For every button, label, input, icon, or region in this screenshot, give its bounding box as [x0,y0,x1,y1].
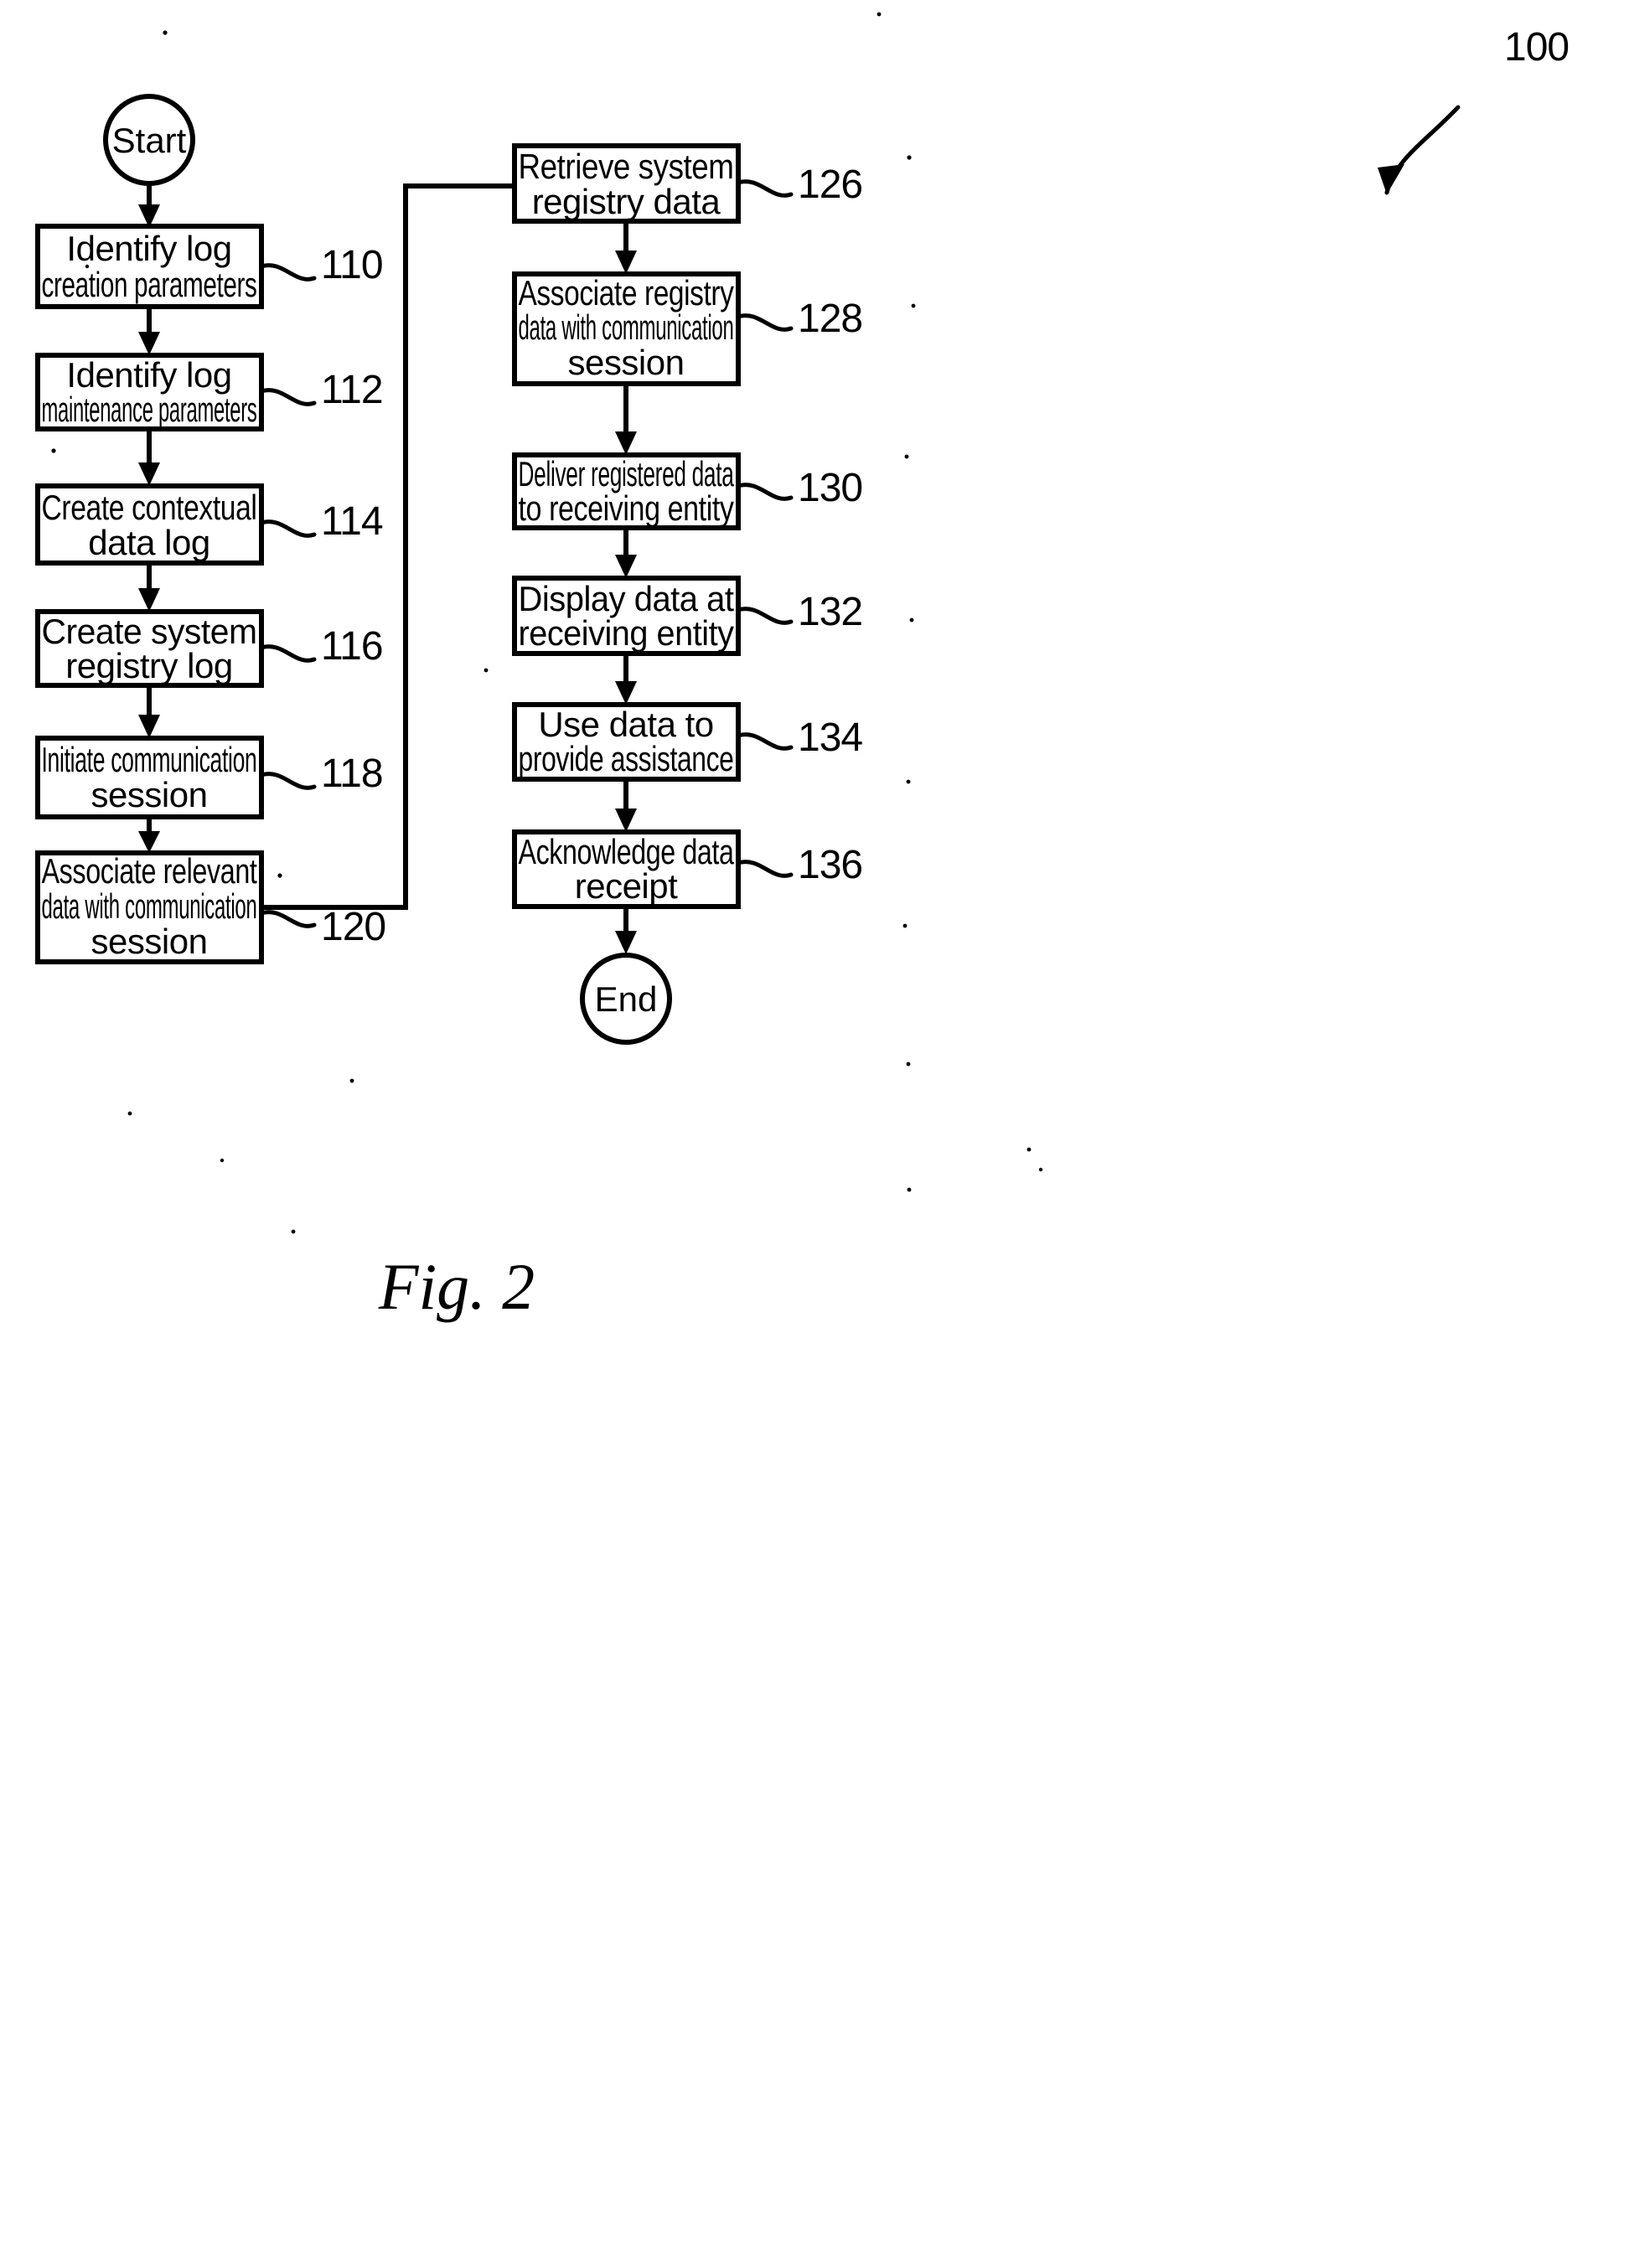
box-112-line-1: Identify log [66,355,231,395]
arrowhead [615,931,637,954]
arrowhead [138,831,160,853]
end-label: End [595,979,658,1019]
box-130-line-2: to receiving entity [519,488,734,528]
arrowhead [615,555,637,578]
box-110-line-2: creation parameters [42,265,257,304]
process-box-114: Create contextual data log 114 [35,483,384,566]
box-134-line-2: provide assistance [519,739,734,778]
box-136-line-2: receipt [575,866,678,906]
arrowhead [138,588,160,612]
ref-label-112: 112 [321,368,383,412]
leader-line-114 [259,519,317,538]
box-120-line-1: Associate relevant [42,851,258,891]
connector-132-to-134 [615,654,637,705]
ref-label-110: 110 [321,243,383,287]
box-130-line-1: Deliver registered data [519,454,735,493]
box-110-line-1: Identify log [66,229,231,268]
ref-label-116: 116 [321,624,383,669]
leader-arrowhead-100 [1378,164,1404,194]
leader-line-130 [736,483,794,501]
ref-label-128: 128 [798,297,862,341]
process-box-110: Identify log creation parameters 110 [35,224,384,309]
box-136-line-1: Acknowledge data [519,832,735,871]
arrowhead [138,462,160,486]
connector-126-to-128 [615,221,637,274]
arrowhead [138,332,160,355]
flowchart-diagram: 100 Start Identify log creation paramete… [35,12,1570,1323]
overall-ref-callout: 100 [1378,25,1570,195]
connector-136-to-end [615,907,637,954]
figure-caption: Fig. 2 [378,1250,535,1323]
leader-line-110 [259,263,317,282]
process-box-134: Use data to provide assistance 134 [512,702,863,782]
arrowhead [138,715,160,738]
box-132-line-1: Display data at [519,579,735,618]
leader-line-100 [1384,105,1461,195]
ref-label-114: 114 [321,499,383,544]
terminator-start: Start [103,94,195,186]
ref-label-132: 132 [798,590,862,634]
connector-116-to-118 [138,685,160,738]
process-box-112: Identify log maintenance parameters 112 [35,353,384,431]
leader-line-134 [736,732,794,751]
box-120-line-2: data with communication [42,886,257,926]
terminator-end: End [580,953,672,1045]
arrowhead [615,809,637,832]
process-box-128: Associate registry data with communicati… [512,271,863,386]
box-114-line-2: data log [88,523,209,562]
box-128-line-1: Associate registry [519,273,734,313]
box-132-line-2: receiving entity [519,613,734,653]
ref-label-120: 120 [321,905,385,949]
box-114-line-1: Create contextual [42,488,257,527]
connector-110-to-112 [138,307,160,355]
patent-figure: 100 Start Identify log creation paramete… [0,0,1629,2268]
routing-polyline [261,183,513,910]
box-118-line-2: session [91,775,208,814]
process-box-118: Initiate communication session 118 [35,736,384,819]
leader-line-120 [259,910,317,928]
box-126-line-2: registry data [532,182,721,221]
leader-line-112 [259,388,317,406]
arrowhead [615,681,637,705]
leader-line-132 [736,607,794,625]
box-128-line-2: data with communication [519,307,734,347]
leader-line-136 [736,860,794,878]
box-116-line-2: registry log [65,646,232,685]
ref-label-100: 100 [1504,25,1569,70]
ref-label-130: 130 [798,466,862,510]
box-116-line-1: Create system [42,612,257,651]
process-box-116: Create system registry log 116 [35,609,384,688]
connector-112-to-114 [138,429,160,486]
connector-130-to-132 [615,528,637,578]
leader-line-128 [736,313,794,332]
connector-128-to-130 [615,384,637,455]
connector-120-to-126 [261,183,513,910]
ref-label-118: 118 [321,752,383,796]
connector-134-to-136 [615,779,637,832]
box-126-line-1: Retrieve system [519,147,734,186]
process-box-136: Acknowledge data receipt 136 [512,829,863,909]
connector-start-to-110 [138,183,160,228]
box-112-line-2: maintenance parameters [42,390,257,429]
ref-label-126: 126 [798,163,862,207]
box-118-line-1: Initiate communication [42,740,257,779]
box-134-line-1: Use data to [538,705,713,744]
process-box-132: Display data at receiving entity 132 [512,576,863,656]
ref-label-136: 136 [798,843,862,887]
start-label: Start [112,121,187,160]
process-box-130: Deliver registered data to receiving ent… [512,452,863,530]
process-box-126: Retrieve system registry data 126 [512,143,863,224]
leader-line-126 [736,179,794,198]
arrowhead [615,251,637,274]
box-120-line-3: session [91,922,208,961]
ref-label-134: 134 [798,716,862,760]
connector-118-to-120 [138,817,160,853]
arrowhead [615,431,637,455]
connector-114-to-116 [138,563,160,612]
leader-line-116 [259,644,317,663]
box-128-line-3: session [568,343,685,382]
leader-line-118 [259,772,317,790]
